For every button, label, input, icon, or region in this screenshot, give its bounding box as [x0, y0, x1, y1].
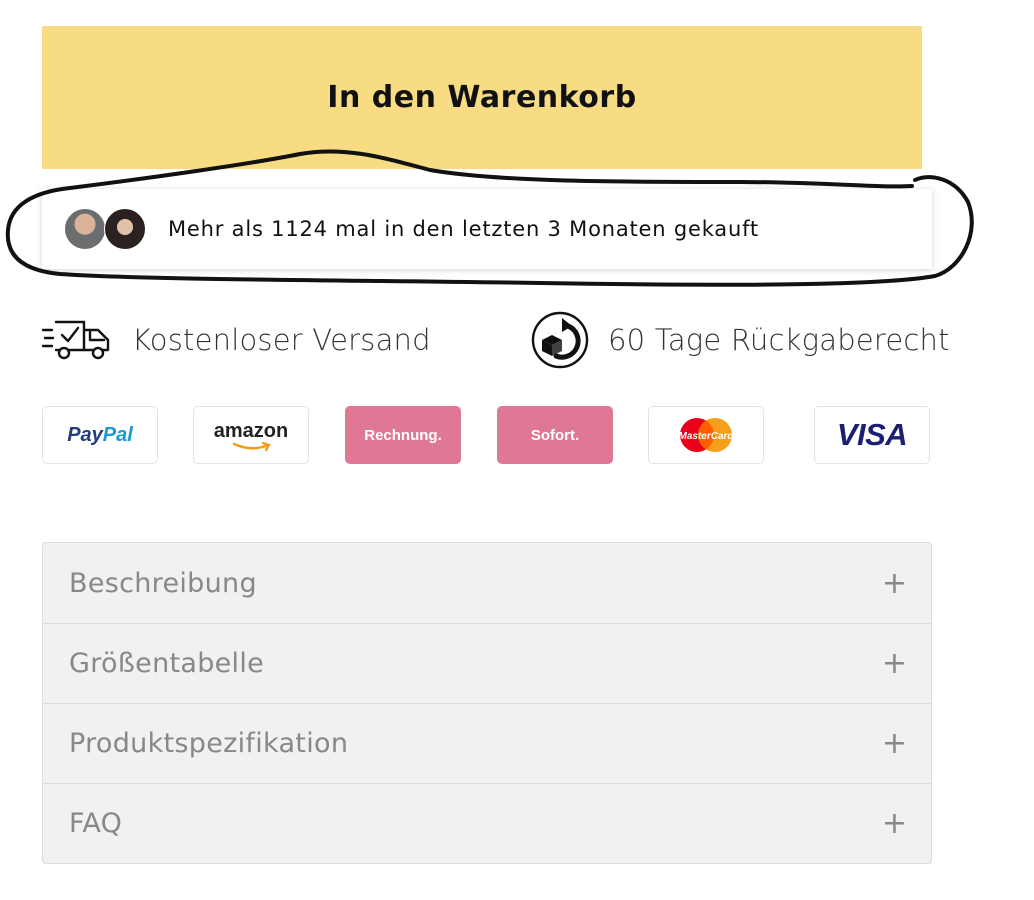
- customer-avatars: [64, 208, 154, 250]
- plus-icon[interactable]: +: [882, 566, 907, 601]
- amazon-logo: amazon: [213, 419, 289, 442]
- accordion-item-groessentabelle[interactable]: Größentabelle +: [43, 623, 931, 703]
- payment-amazon: amazon: [193, 406, 309, 464]
- plus-icon[interactable]: +: [882, 726, 907, 761]
- avatar: [64, 208, 106, 250]
- amazon-smile-icon: [232, 442, 271, 452]
- benefit-return-policy: 60 Tage Rückgaberecht: [530, 310, 950, 370]
- delivery-truck-icon: [42, 320, 110, 360]
- add-to-cart-button[interactable]: In den Warenkorb: [42, 26, 922, 169]
- payment-paypal: PayPal: [42, 406, 158, 464]
- social-proof-banner: Mehr als 1124 mal in den letzten 3 Monat…: [42, 189, 932, 269]
- benefit-label: 60 Tage Rückgaberecht: [608, 323, 950, 357]
- sofort-logo: Sofort.: [530, 426, 580, 444]
- product-info-accordion: Beschreibung + Größentabelle + Produktsp…: [42, 542, 932, 864]
- visa-logo: VISA: [836, 417, 908, 452]
- accordion-label: Produktspezifikation: [69, 728, 349, 759]
- accordion-label: Beschreibung: [69, 567, 257, 599]
- purchase-count-text: Mehr als 1124 mal in den letzten 3 Monat…: [168, 217, 759, 241]
- avatar: [104, 208, 146, 250]
- accordion-item-faq[interactable]: FAQ +: [43, 783, 931, 863]
- paypal-logo: PayPal: [67, 423, 133, 446]
- rechnung-logo: Rechnung.: [364, 426, 442, 444]
- mastercard-logo: MasterCard: [678, 418, 734, 452]
- payment-visa: VISA: [814, 406, 930, 464]
- accordion-label: FAQ: [69, 808, 123, 839]
- plus-icon[interactable]: +: [882, 646, 907, 681]
- return-box-icon: [531, 311, 589, 369]
- benefit-label: Kostenloser Versand: [132, 323, 431, 357]
- accordion-label: Größentabelle: [69, 648, 265, 679]
- plus-icon[interactable]: +: [882, 806, 907, 841]
- svg-text:MasterCard: MasterCard: [678, 431, 734, 442]
- benefit-free-shipping: Kostenloser Versand: [42, 310, 431, 370]
- accordion-item-beschreibung[interactable]: Beschreibung +: [43, 543, 931, 623]
- accordion-item-produktspezifikation[interactable]: Produktspezifikation +: [43, 703, 931, 783]
- payment-rechnung: Rechnung.: [345, 406, 461, 464]
- payment-mastercard: MasterCard: [648, 406, 764, 464]
- payment-sofort: Sofort.: [497, 406, 613, 464]
